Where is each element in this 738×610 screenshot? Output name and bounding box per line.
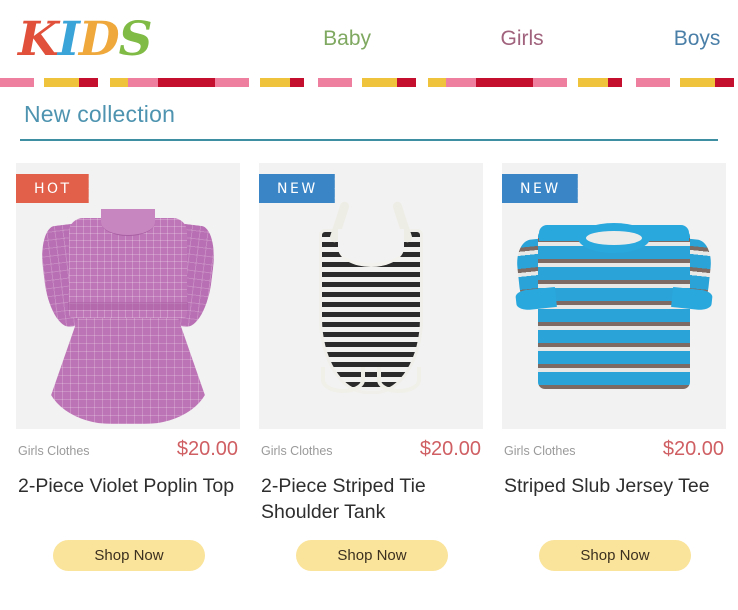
product-category: Girls Clothes (504, 444, 576, 458)
product-price: $20.00 (419, 438, 481, 460)
product-meta: Girls Clothes $20.00 (259, 438, 483, 461)
section-underline (20, 139, 718, 141)
logo-letter-k: K (18, 11, 59, 67)
shop-now-button[interactable]: Shop Now (296, 540, 448, 571)
product-card[interactable]: HOT Girls Clothes $20.00 2-Piece Violet … (16, 163, 240, 571)
badge-new: NEW (502, 174, 578, 203)
new-collection-section: New collection (0, 101, 738, 141)
product-title[interactable]: 2-Piece Violet Poplin Top (16, 474, 240, 526)
product-image[interactable]: NEW (259, 163, 483, 429)
section-heading: New collection (24, 101, 176, 127)
product-card[interactable]: NEW Girls Clothes $20.00 2-Piece Striped… (259, 163, 483, 571)
product-meta: Girls Clothes $20.00 (502, 438, 726, 461)
product-category: Girls Clothes (261, 444, 333, 458)
nav-item-baby[interactable]: Baby (260, 27, 435, 51)
site-logo[interactable]: KIDS (18, 16, 153, 63)
main-navigation: Baby Girls Boys (260, 27, 738, 51)
product-price: $20.00 (662, 438, 724, 460)
badge-new: NEW (259, 174, 335, 203)
shop-now-button[interactable]: Shop Now (539, 540, 691, 571)
product-category: Girls Clothes (18, 444, 90, 458)
badge-hot: HOT (16, 174, 89, 203)
site-header: KIDS Baby Girls Boys (0, 0, 738, 78)
product-image[interactable]: HOT (16, 163, 240, 429)
product-price: $20.00 (176, 438, 238, 460)
product-title[interactable]: Striped Slub Jersey Tee (502, 474, 726, 526)
logo-letter-s: S (118, 11, 153, 67)
product-image[interactable]: NEW (502, 163, 726, 429)
product-grid: HOT Girls Clothes $20.00 2-Piece Violet … (16, 163, 738, 571)
product-meta: Girls Clothes $20.00 (16, 438, 240, 461)
logo-letter-i: I (57, 11, 80, 67)
nav-item-boys[interactable]: Boys (610, 27, 738, 51)
product-card[interactable]: NEW Girls Clothes $20.00 Striped Slub Je… (502, 163, 726, 571)
logo-letter-d: D (78, 11, 120, 67)
decorative-stripe-divider (0, 78, 738, 87)
product-title[interactable]: 2-Piece Striped Tie Shoulder Tank (259, 474, 483, 526)
shop-now-button[interactable]: Shop Now (53, 540, 205, 571)
nav-item-girls[interactable]: Girls (435, 27, 610, 51)
